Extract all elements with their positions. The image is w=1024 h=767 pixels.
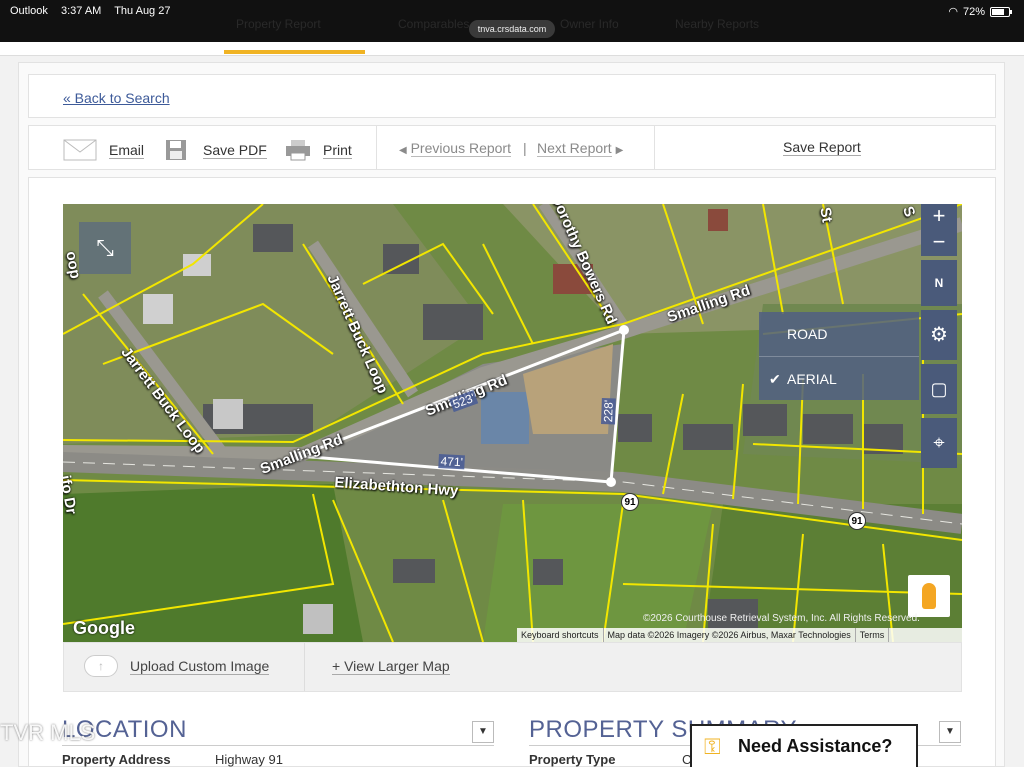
- pegman-icon: [922, 582, 936, 609]
- save-report-label: Save Report: [783, 139, 861, 156]
- select-rectangle-icon: ▢: [930, 379, 948, 399]
- map-type-aerial-label: AERIAL: [787, 371, 837, 387]
- google-logo: Google: [73, 618, 135, 638]
- back-to-search-link[interactable]: « Back to Search: [63, 90, 170, 106]
- status-left: Outlook 3:37 AM Thu Aug 27: [10, 5, 180, 17]
- tab-owner-info[interactable]: Owner Info: [560, 17, 619, 31]
- map-type-road[interactable]: ROAD: [759, 312, 919, 356]
- need-assistance-button[interactable]: ⚿ Need Assistance?: [690, 724, 918, 767]
- toolbar-divider: [376, 126, 377, 169]
- tab-nearby-reports[interactable]: Nearby Reports: [675, 17, 759, 31]
- checkmark-icon: ✔: [769, 371, 781, 387]
- aerial-map[interactable]: Smalling Rd Smalling Rd Smalling Rd Eliz…: [63, 204, 962, 642]
- printer-icon: [286, 140, 310, 161]
- toolbar-divider: [654, 126, 655, 169]
- route-91-shield: 91: [621, 493, 639, 511]
- back-to-app[interactable]: Outlook: [10, 5, 48, 17]
- envelope-icon: [63, 139, 97, 161]
- cloud-upload-icon: ↑: [84, 655, 118, 677]
- print-button[interactable]: Print: [285, 139, 352, 161]
- map-imagery: [63, 204, 962, 642]
- chevron-right-icon: ▶: [615, 145, 624, 156]
- terms-link[interactable]: Terms: [856, 628, 890, 642]
- tab-comparables[interactable]: Comparables: [398, 17, 469, 31]
- compass-icon: N: [934, 276, 944, 290]
- zoom-controls: + −: [921, 204, 957, 256]
- chevron-left-icon: ◀: [399, 145, 407, 156]
- need-assistance-label: Need Assistance?: [738, 736, 893, 756]
- battery-icon: [990, 6, 1012, 17]
- street-view-pegman[interactable]: [908, 575, 950, 617]
- ios-status-bar: Outlook 3:37 AM Thu Aug 27 Property Repo…: [0, 0, 1024, 42]
- crosshair-icon: ⌖: [933, 432, 945, 454]
- email-button[interactable]: Email: [63, 139, 145, 161]
- nav-separator: |: [523, 140, 527, 156]
- my-location-button[interactable]: ⌖: [921, 418, 957, 468]
- compass-button[interactable]: N: [921, 260, 957, 306]
- floppy-disk-icon: [166, 140, 186, 160]
- map-type-aerial[interactable]: ✔ AERIAL: [759, 356, 919, 400]
- next-report-button[interactable]: Next Report ▶: [537, 140, 624, 157]
- mls-watermark: TVR MLS: [0, 720, 96, 745]
- save-pdf-label: Save PDF: [203, 141, 267, 159]
- gear-icon: ⚙: [930, 324, 948, 346]
- summary-collapse-toggle[interactable]: ▼: [939, 721, 961, 743]
- location-collapse-toggle[interactable]: ▼: [472, 721, 494, 743]
- report-toolbar: Email Save PDF Print ◀ Previous Report |…: [28, 125, 996, 170]
- upload-custom-image-button[interactable]: ↑ Upload Custom Image: [84, 655, 270, 677]
- print-label: Print: [323, 141, 352, 159]
- view-larger-label: + View Larger Map: [332, 658, 450, 675]
- view-larger-map-link[interactable]: + View Larger Map: [332, 658, 450, 675]
- save-report-button[interactable]: Save Report: [783, 139, 861, 156]
- upload-label: Upload Custom Image: [130, 657, 270, 675]
- battery-percent: 72%: [962, 5, 985, 18]
- map-data-text: Map data ©2026 Imagery ©2026 Airbus, Max…: [604, 628, 856, 642]
- save-pdf-button[interactable]: Save PDF: [165, 139, 267, 161]
- map-settings-button[interactable]: ⚙: [921, 310, 957, 360]
- collapse-map-button[interactable]: ⤡: [79, 222, 131, 274]
- clock: 3:37 AM: [60, 5, 102, 17]
- chevron-down-icon: ▼: [945, 726, 955, 737]
- road-label-st: St: [816, 206, 836, 224]
- back-bar: « Back to Search: [28, 74, 996, 118]
- route-91-shield: 91: [848, 512, 866, 530]
- date: Thu Aug 27: [114, 5, 171, 17]
- tab-property-report[interactable]: Property Report: [236, 17, 321, 31]
- map-attribution: Keyboard shortcuts Map data ©2026 Imager…: [517, 628, 962, 642]
- map-footer: ↑ Upload Custom Image + View Larger Map: [63, 642, 962, 692]
- wifi-icon: ◠: [948, 6, 958, 18]
- map-type-menu: ROAD ✔ AERIAL: [759, 312, 919, 400]
- map-type-road-label: ROAD: [787, 326, 828, 342]
- previous-report-button[interactable]: ◀ Previous Report: [399, 140, 511, 157]
- section-divider: [62, 745, 494, 746]
- active-tab-indicator: [224, 50, 365, 54]
- tab-strip: [0, 42, 1024, 56]
- dimension-bottom: 471': [438, 454, 466, 470]
- draw-area-button[interactable]: ▢: [921, 364, 957, 414]
- url-bar[interactable]: tnva.crsdata.com: [469, 20, 555, 38]
- previous-report-label: Previous Report: [410, 140, 511, 157]
- zoom-in-button[interactable]: +: [921, 204, 957, 230]
- status-right: ◠ 72%: [948, 5, 1012, 18]
- property-address-label: Property Address: [62, 752, 171, 767]
- footer-divider: [304, 643, 305, 691]
- key-icon: ⚿: [704, 733, 721, 759]
- zoom-out-button[interactable]: −: [921, 230, 957, 256]
- copyright-text: ©2026 Courthouse Retrieval System, Inc. …: [643, 613, 920, 624]
- collapse-arrows-icon: ⤡: [96, 235, 114, 260]
- property-address-value: Highway 91: [215, 752, 283, 767]
- property-type-label: Property Type: [529, 752, 616, 767]
- email-label: Email: [109, 141, 145, 159]
- chevron-down-icon: ▼: [478, 726, 488, 737]
- keyboard-shortcuts-link[interactable]: Keyboard shortcuts: [517, 628, 604, 642]
- next-report-label: Next Report: [537, 140, 612, 157]
- dimension-right: 228': [601, 397, 616, 425]
